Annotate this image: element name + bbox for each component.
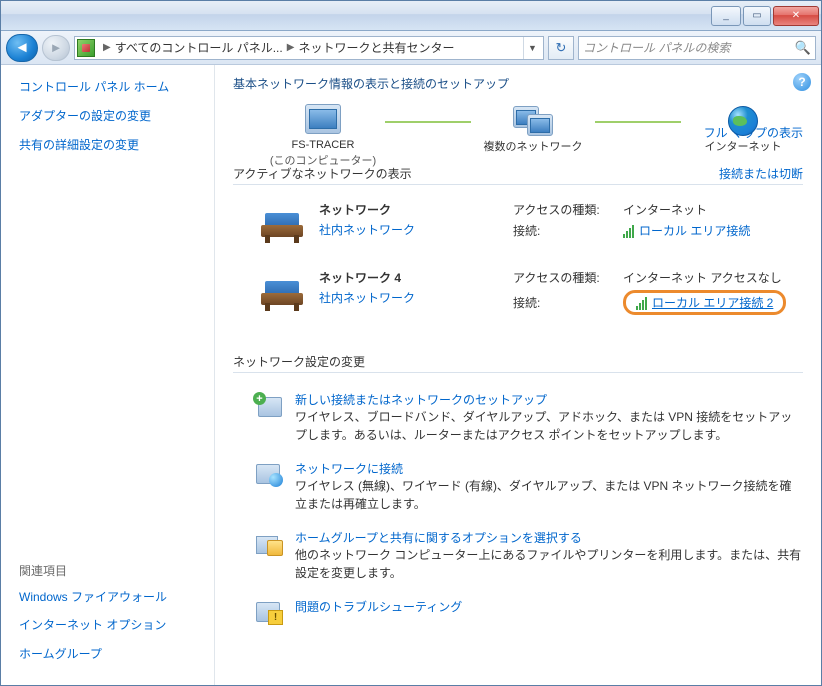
highlighted-connection: ローカル エリア接続 2 bbox=[623, 290, 786, 315]
active-networks-heading: アクティブなネットワークの表示 bbox=[233, 165, 412, 182]
connection-link-1[interactable]: ローカル エリア接続 bbox=[623, 222, 750, 239]
setting-troubleshoot: 問題のトラブルシューティング bbox=[233, 588, 803, 632]
close-button[interactable]: ✕ bbox=[773, 6, 819, 26]
refresh-button[interactable]: ↻ bbox=[548, 36, 574, 60]
search-input[interactable]: コントロール パネルの検索 🔍 bbox=[578, 36, 816, 60]
signal-icon bbox=[623, 224, 635, 238]
access-type-label: アクセスの種類: bbox=[513, 201, 623, 218]
access-type-value: インターネット アクセスなし bbox=[623, 269, 782, 286]
active-networks-heading-row: アクティブなネットワークの表示 接続または切断 bbox=[233, 165, 803, 185]
sidebar-internet-options[interactable]: インターネット オプション bbox=[19, 617, 204, 634]
map-label-networks: 複数のネットワーク bbox=[484, 140, 583, 154]
network-card-1: ネットワーク 社内ネットワーク アクセスの種類: インターネット 接続: ローカ… bbox=[233, 185, 803, 253]
crumb-all-items[interactable]: すべてのコントロール パネル... bbox=[115, 39, 283, 56]
network-name: ネットワーク bbox=[319, 201, 499, 218]
connection-link-text: ローカル エリア接続 bbox=[639, 222, 750, 239]
page-title: 基本ネットワーク情報の表示と接続のセットアップ bbox=[233, 75, 803, 92]
sidebar-adapter-settings[interactable]: アダプターの設定の変更 bbox=[19, 108, 204, 125]
sidebar-home[interactable]: コントロール パネル ホーム bbox=[19, 79, 204, 96]
main-content: ? 基本ネットワーク情報の表示と接続のセットアップ FS-TRACER (このコ… bbox=[215, 65, 821, 685]
map-connector bbox=[385, 121, 471, 123]
access-type-label: アクセスの種類: bbox=[513, 269, 623, 286]
sidebar-sharing-settings[interactable]: 共有の詳細設定の変更 bbox=[19, 137, 204, 154]
chevron-right-icon: ▶ bbox=[283, 42, 299, 53]
sidebar: コントロール パネル ホーム アダプターの設定の変更 共有の詳細設定の変更 関連… bbox=[1, 65, 215, 685]
chevron-right-icon: ▶ bbox=[99, 42, 115, 53]
setting-title-link[interactable]: ネットワークに接続 bbox=[295, 462, 403, 476]
control-panel-icon bbox=[77, 39, 95, 57]
forward-button[interactable]: ► bbox=[42, 35, 70, 61]
setting-homegroup: ホームグループと共有に関するオプションを選択する 他のネットワーク コンピュータ… bbox=[233, 519, 803, 588]
setting-desc: ワイヤレス (無線)、ワイヤード (有線)、ダイヤルアップ、または VPN ネッ… bbox=[295, 477, 803, 513]
setting-desc: 他のネットワーク コンピューター上にあるファイルやプリンターを利用します。または… bbox=[295, 546, 803, 582]
homegroup-icon bbox=[253, 529, 283, 557]
sidebar-firewall[interactable]: Windows ファイアウォール bbox=[19, 589, 204, 606]
access-type-value: インターネット bbox=[623, 201, 707, 218]
computer-icon bbox=[305, 104, 341, 134]
connect-network-icon bbox=[253, 460, 283, 488]
connect-disconnect-link[interactable]: 接続または切断 bbox=[719, 165, 803, 182]
connection-label: 接続: bbox=[513, 294, 623, 311]
setting-connect-network: ネットワークに接続 ワイヤレス (無線)、ワイヤード (有線)、ダイヤルアップ、… bbox=[233, 450, 803, 519]
map-label-internet: インターネット bbox=[705, 140, 782, 154]
search-icon: 🔍 bbox=[795, 40, 811, 56]
map-label-pc: FS-TRACER bbox=[292, 138, 355, 152]
network-card-2: ネットワーク 4 社内ネットワーク アクセスの種類: インターネット アクセスな… bbox=[233, 253, 803, 329]
body: コントロール パネル ホーム アダプターの設定の変更 共有の詳細設定の変更 関連… bbox=[1, 65, 821, 685]
related-heading: 関連項目 bbox=[19, 562, 204, 579]
network-type-link[interactable]: 社内ネットワーク bbox=[319, 223, 415, 237]
setting-title-link[interactable]: 新しい接続またはネットワークのセットアップ bbox=[295, 393, 547, 407]
network-type-link[interactable]: 社内ネットワーク bbox=[319, 291, 415, 305]
back-button[interactable]: ◄ bbox=[6, 34, 38, 62]
map-node-this-pc[interactable]: FS-TRACER (このコンピューター) bbox=[263, 104, 383, 168]
map-node-networks[interactable]: 複数のネットワーク bbox=[473, 106, 593, 166]
network-name: ネットワーク 4 bbox=[319, 269, 499, 286]
work-network-icon bbox=[259, 201, 305, 243]
setting-title-link[interactable]: ホームグループと共有に関するオプションを選択する bbox=[295, 531, 582, 545]
connection-label: 接続: bbox=[513, 222, 623, 239]
connection-link-2[interactable]: ローカル エリア接続 2 bbox=[636, 294, 773, 311]
window: _ ▭ ✕ ◄ ► ▶ すべてのコントロール パネル... ▶ ネットワークと共… bbox=[0, 0, 822, 686]
new-connection-icon bbox=[253, 391, 283, 419]
address-bar: ◄ ► ▶ すべてのコントロール パネル... ▶ ネットワークと共有センター … bbox=[1, 31, 821, 65]
maximize-button[interactable]: ▭ bbox=[743, 6, 771, 26]
multiple-networks-icon bbox=[513, 106, 553, 136]
search-placeholder: コントロール パネルの検索 bbox=[583, 39, 730, 56]
connection-link-text: ローカル エリア接続 2 bbox=[652, 294, 773, 311]
work-network-icon bbox=[259, 269, 305, 311]
breadcrumb[interactable]: ▶ すべてのコントロール パネル... ▶ ネットワークと共有センター ▼ bbox=[74, 36, 544, 60]
setting-desc: ワイヤレス、ブロードバンド、ダイヤルアップ、アドホック、または VPN 接続をセ… bbox=[295, 408, 803, 444]
setting-new-connection: 新しい接続またはネットワークのセットアップ ワイヤレス、ブロードバンド、ダイヤル… bbox=[233, 381, 803, 450]
setting-title-link[interactable]: 問題のトラブルシューティング bbox=[295, 600, 462, 614]
minimize-button[interactable]: _ bbox=[711, 6, 741, 26]
help-icon[interactable]: ? bbox=[793, 73, 811, 91]
network-settings-heading: ネットワーク設定の変更 bbox=[233, 353, 803, 373]
sidebar-homegroup[interactable]: ホームグループ bbox=[19, 646, 204, 663]
close-icon: ✕ bbox=[792, 10, 800, 21]
maximize-icon: ▭ bbox=[752, 10, 761, 21]
address-dropdown[interactable]: ▼ bbox=[523, 37, 541, 59]
minimize-icon: _ bbox=[723, 10, 729, 21]
signal-icon bbox=[636, 296, 648, 310]
troubleshoot-icon bbox=[253, 598, 283, 626]
map-connector bbox=[595, 121, 681, 123]
settings-list: 新しい接続またはネットワークのセットアップ ワイヤレス、ブロードバンド、ダイヤル… bbox=[233, 381, 803, 632]
crumb-network-center[interactable]: ネットワークと共有センター bbox=[298, 39, 454, 56]
titlebar: _ ▭ ✕ bbox=[1, 1, 821, 31]
globe-icon bbox=[728, 106, 758, 136]
